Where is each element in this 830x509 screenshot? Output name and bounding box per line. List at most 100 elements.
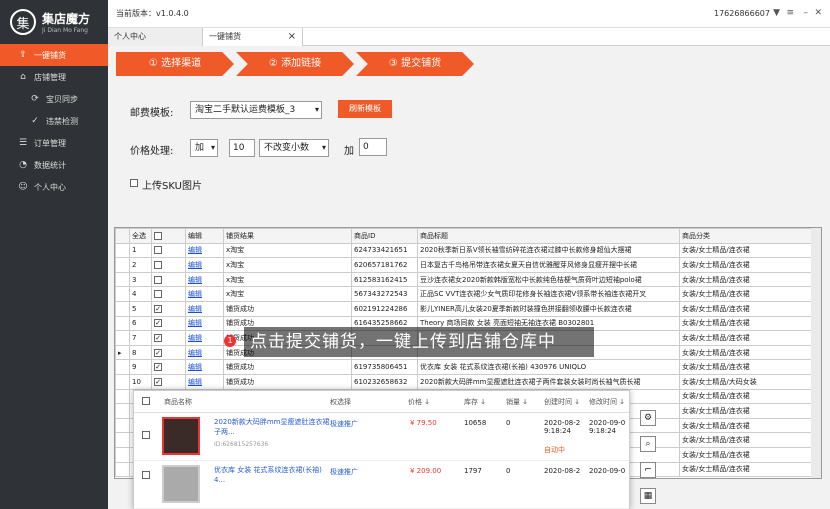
product-created: 2020-08-2 [544,467,581,475]
logo-mark: 集 [10,9,36,35]
popup-col-stock[interactable]: 库存 ↓ [464,397,486,407]
row-checkbox[interactable]: ✓ [154,363,162,372]
image-icon[interactable]: ▦ [640,488,656,504]
row-checkbox[interactable]: ✓ [154,319,162,328]
table-row[interactable]: 4 编辑 x淘宝 567343272543 正品SC VVT连衣裙少女气质印花修身长袖连… [115,286,816,302]
sidebar-item[interactable]: ✓ 违禁检测 [0,110,108,132]
tab-bar: 个人中心 一键铺货 × [108,28,830,46]
row-checkbox-cell [151,257,186,273]
decimal-mode-select[interactable]: 不改变小数 ▾ [259,139,329,157]
sidebar-item[interactable]: ⟳ 宝贝同步 [0,88,108,110]
crop-icon[interactable]: ⌐ [640,462,656,478]
popup-col-sales[interactable]: 销量 ↓ [506,397,528,407]
product-category: 女装/女士精品/连衣裙 [679,315,816,332]
close-window-icon[interactable]: ✕ [814,8,822,18]
popup-header: 商品名称 权选择 价格 ↓ 库存 ↓ 销量 ↓ 创建时间 ↓ 修改时间 ↓ [134,391,629,413]
row-number: 6 [129,315,152,332]
product-title[interactable]: 优衣库 女装 花式系纹连衣裙(长袖) 4... [214,465,334,485]
sidebar-item[interactable]: ⇪ 一键铺货 [0,44,108,66]
product-updated: 2020-09-0 9:18:24 [589,419,626,435]
menu-icon[interactable]: ≡ [786,8,794,18]
popup-product-row[interactable]: 优衣库 女装 花式系纹连衣裙(长袖) 4... 极速推广 ¥ 209.00 17… [134,461,629,509]
row-checkbox[interactable] [154,260,162,269]
popup-col-updated[interactable]: 修改时间 ↓ [589,397,625,407]
popup-col-channel[interactable]: 权选择 [330,397,351,407]
add-value-input[interactable]: 0 [359,138,387,156]
edit-link[interactable]: 编辑 [185,242,224,259]
row-checkbox[interactable] [142,471,150,479]
row-number: 9 [129,359,152,375]
sidebar-item[interactable]: ☰ 订单管理 [0,132,108,154]
price-number-input[interactable]: 10 [229,139,255,157]
edit-link[interactable]: 编辑 [185,373,224,390]
product-category: 女装/女士精品/连衣裙 [679,271,816,288]
popup-col-price[interactable]: 价格 ↓ [408,397,430,407]
select-all-checkbox[interactable] [154,231,162,240]
order-icon: ☰ [18,138,28,148]
row-checkbox[interactable] [154,246,162,255]
edit-link[interactable]: 编辑 [185,257,224,273]
row-checkbox[interactable] [154,290,162,299]
product-category: 女装/女士精品/连衣裙 [679,257,816,273]
settings-icon[interactable]: ⚙ [640,410,656,426]
edit-link[interactable]: 编辑 [185,359,224,375]
row-number: 4 [129,286,152,302]
zoom-icon[interactable]: ⌕ [640,436,656,452]
table-row[interactable]: 1 编辑 x淘宝 624733421651 2020秋季新日系V领长袖雪纺碎花连衣裙过膝… [115,242,816,259]
step-select-channel[interactable]: ① 选择渠道 [116,52,234,76]
row-checkbox[interactable]: ✓ [154,348,162,357]
popup-select-all-checkbox[interactable] [142,397,150,405]
product-category: 女装/女士精品/连衣裙 [679,344,816,361]
table-row[interactable]: 5 ✓ 编辑 铺货成功 602191224286 影儿YINER高儿女装20夏季新款时装撞… [115,300,816,317]
step-submit[interactable]: ③ 提交铺货 [356,52,474,76]
product-title: 优衣库 女装 花式系纹连衣裙(长袖) 430976 UNIQLO [417,359,680,375]
row-checkbox[interactable] [154,275,162,284]
table-row[interactable]: 2 编辑 x淘宝 620657181762 日本复古千鸟格吊带连衣裙女夏天自信优雅醒芽风… [115,257,816,273]
row-number: 5 [129,300,152,317]
popup-product-row[interactable]: 2020新款大码胖mm显瘦遮肚连衣裙子两... ID:626815257636 … [134,413,629,461]
refresh-template-button[interactable]: 刷新模板 [338,100,392,118]
table-row[interactable]: 3 编辑 x淘宝 612583162415 豆沙连衣裙女2020新款韩版宽松中长款纯色桔… [115,271,816,288]
row-checkbox[interactable] [142,431,150,439]
template-select[interactable]: 淘宝二手默认运费模板_3 ▾ [190,101,322,119]
product-category: 女装/女士精品/连衣裙 [679,330,816,346]
price-operator-select[interactable]: 加 ▾ [190,139,218,157]
row-number: 10 [129,373,152,390]
listing-result: x淘宝 [223,286,352,302]
table-row[interactable]: 9 ✓ 编辑 铺货成功 619735806451 优衣库 女装 花式系纹连衣裙(长袖) 4… [115,359,816,375]
tab-close-icon[interactable]: × [288,28,296,46]
product-title[interactable]: 2020新款大码胖mm显瘦遮肚连衣裙子两... [214,417,334,437]
sidebar-item-label: 数据统计 [34,160,66,170]
table-row[interactable]: 10 ✓ 编辑 铺货成功 610232658632 2020新款大码胖mm显瘦遮肚连衣裙子… [115,373,816,390]
edit-link[interactable]: 编辑 [185,271,224,288]
tutorial-caption: 点击提交铺货，一键上传到店铺仓库中 [244,327,594,357]
account-dropdown-icon[interactable]: ▼ [773,8,780,18]
account-phone[interactable]: 17626866607 [714,9,770,18]
edit-link[interactable]: 编辑 [185,315,224,332]
row-checkbox[interactable]: ✓ [154,333,162,342]
product-category: 女装/女士精品/连衣裙 [679,359,816,375]
edit-link[interactable]: 编辑 [185,300,224,317]
row-checkbox[interactable]: ✓ [154,377,162,386]
edit-link[interactable]: 编辑 [185,286,224,302]
column-header: 全选 [129,228,152,244]
sku-image-checkbox[interactable] [130,179,138,187]
edit-link[interactable]: 编辑 [185,344,224,361]
column-header [115,228,130,244]
minimize-icon[interactable]: – [804,8,809,18]
step-add-link[interactable]: ② 添加链接 [236,52,354,76]
popup-col-created[interactable]: 创建时间 ↓ [544,397,580,407]
column-header: 商品标题 [417,228,680,244]
sidebar-item[interactable]: ⌂ 店铺管理 [0,66,108,88]
row-marker [115,242,130,259]
sidebar-item[interactable]: ☺ 个人中心 [0,176,108,198]
tab-profile[interactable]: 个人中心 [108,28,203,46]
edit-link[interactable]: 编辑 [185,330,224,346]
row-checkbox-cell: ✓ [151,373,186,390]
add-label: 加 [344,146,354,157]
sidebar-item[interactable]: ◔ 数据统计 [0,154,108,176]
tab-one-click-listing[interactable]: 一键铺货 × [203,28,303,46]
row-checkbox[interactable]: ✓ [154,304,162,313]
table-scrollbar[interactable] [811,228,821,478]
warehouse-popup: 商品名称 权选择 价格 ↓ 库存 ↓ 销量 ↓ 创建时间 ↓ 修改时间 ↓ 20… [133,390,630,509]
